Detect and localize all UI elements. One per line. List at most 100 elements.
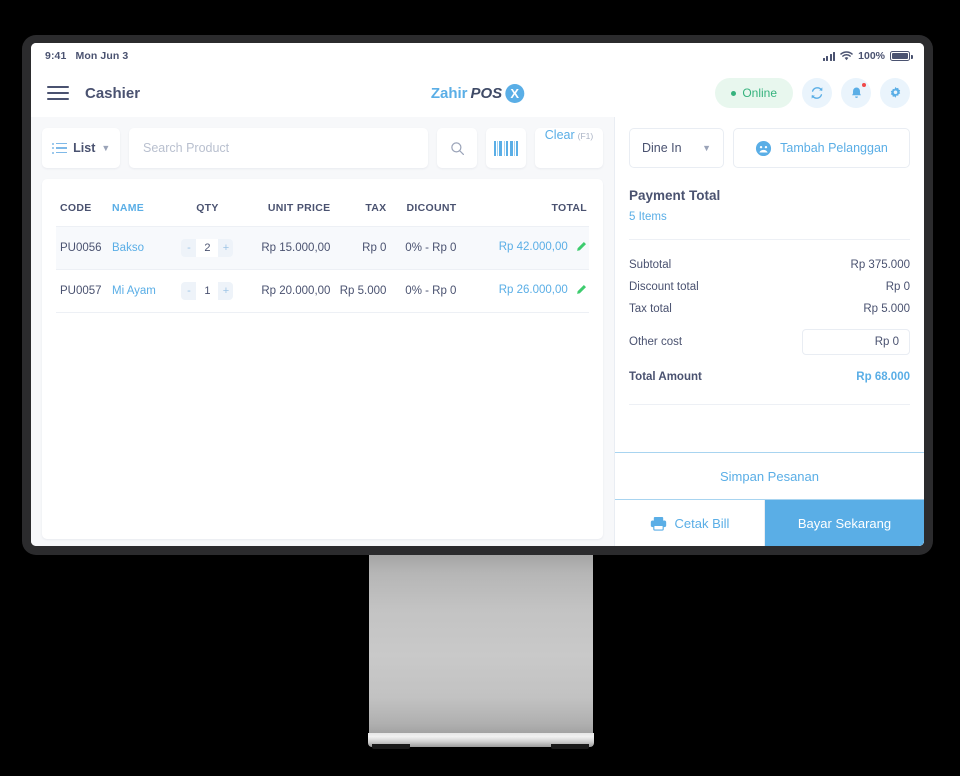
- summary-value: Rp 0: [885, 281, 910, 293]
- payment-total-title: Payment Total: [629, 188, 721, 203]
- qty-decrease-button[interactable]: -: [181, 285, 196, 297]
- order-type-select[interactable]: Dine In ▼: [629, 128, 724, 168]
- sync-button[interactable]: [802, 78, 832, 108]
- column-header-qty: QTY: [176, 191, 239, 227]
- chevron-down-icon: ▼: [702, 143, 711, 153]
- summary-row-discount: Discount total Rp 0: [629, 276, 910, 298]
- cell-qty: - 1 +: [176, 269, 239, 313]
- product-toolbar: List ▼ Search Product Clear (F1): [42, 128, 603, 168]
- monitor-stand-neck: [369, 555, 593, 738]
- search-product-field[interactable]: [129, 128, 428, 168]
- table-row[interactable]: PU0056 Bakso - 2 + Rp 15.000,00 Rp 0 0% …: [56, 226, 589, 270]
- cell-total-value: Rp 42.000,00: [498, 241, 568, 253]
- items-count-label[interactable]: 5 Items: [629, 211, 910, 223]
- battery-percent-label: 100%: [858, 50, 885, 62]
- barcode-scan-icon: [493, 140, 519, 156]
- cell-name[interactable]: Mi Ayam: [112, 269, 177, 313]
- online-dot-icon: [731, 90, 737, 96]
- total-amount-value: Rp 68.000: [856, 371, 910, 383]
- column-header-discount: DICOUNT: [386, 191, 457, 227]
- cell-tax: Rp 5.000: [330, 269, 387, 313]
- notifications-button[interactable]: [841, 78, 871, 108]
- view-mode-list-button[interactable]: List ▼: [42, 128, 120, 168]
- search-input[interactable]: [143, 141, 414, 155]
- cell-code: PU0057: [56, 269, 112, 313]
- pencil-edit-icon[interactable]: [576, 241, 587, 255]
- hamburger-menu-icon[interactable]: [47, 82, 69, 105]
- settings-button[interactable]: [880, 78, 910, 108]
- quantity-stepper[interactable]: - 1 +: [181, 282, 234, 300]
- add-customer-label: Tambah Pelanggan: [780, 141, 888, 155]
- monitor-frame: 9:41 Mon Jun 3 100% Cashier Zahir POS X …: [22, 35, 933, 555]
- logo-x-mark-icon: X: [505, 83, 525, 103]
- save-order-button[interactable]: Simpan Pesanan: [615, 452, 924, 500]
- qty-value[interactable]: 1: [196, 282, 219, 300]
- cell-discount: 0% - Rp 0: [386, 269, 457, 313]
- cell-name[interactable]: Bakso: [112, 226, 177, 270]
- clear-label: Clear: [544, 128, 575, 142]
- qty-value[interactable]: 2: [196, 239, 219, 257]
- device-status-bar: 9:41 Mon Jun 3 100%: [31, 43, 924, 69]
- status-badge-online[interactable]: Online: [715, 78, 793, 108]
- summary-value: Rp 5.000: [863, 303, 910, 315]
- order-type-value: Dine In: [642, 141, 682, 155]
- pencil-edit-icon[interactable]: [576, 284, 587, 298]
- divider: [629, 404, 910, 405]
- cell-qty: - 2 +: [176, 226, 239, 270]
- other-cost-input[interactable]: Rp 0: [802, 329, 910, 355]
- app-header: Cashier Zahir POS X Online: [31, 69, 924, 117]
- monitor-foot-left: [372, 744, 410, 749]
- column-header-name: NAME: [112, 191, 177, 227]
- order-controls-row: Dine In ▼ Tambah Pelanggan: [629, 128, 910, 168]
- cart-table: CODE NAME QTY UNIT PRICE TAX DICOUNT TOT…: [56, 191, 589, 313]
- chevron-down-icon: ▼: [101, 143, 111, 153]
- status-bar-right: 100%: [822, 50, 913, 62]
- search-button[interactable]: [437, 128, 477, 168]
- summary-label: Discount total: [629, 281, 699, 293]
- summary-row-tax: Tax total Rp 5.000: [629, 298, 910, 320]
- wifi-icon: [840, 51, 853, 61]
- summary-value: Rp 375.000: [850, 259, 910, 271]
- order-controls: Dine In ▼ Tambah Pelanggan: [615, 117, 924, 168]
- logo-text-pos: POS: [470, 84, 503, 102]
- products-pane: List ▼ Search Product Clear (F1) CODE NA…: [31, 117, 614, 546]
- summary-label: Subtotal: [629, 259, 672, 271]
- cart-table-card: CODE NAME QTY UNIT PRICE TAX DICOUNT TOT…: [42, 179, 603, 539]
- logo-text-zahir: Zahir: [430, 84, 468, 102]
- column-header-code: CODE: [56, 191, 112, 227]
- qty-increase-button[interactable]: +: [218, 285, 233, 297]
- qty-increase-button[interactable]: +: [218, 242, 233, 254]
- monitor-foot-right: [551, 744, 589, 749]
- barcode-scan-button[interactable]: [486, 128, 526, 168]
- pay-now-button[interactable]: Bayar Sekarang: [765, 500, 924, 546]
- print-bill-button[interactable]: Cetak Bill: [615, 500, 765, 546]
- clear-cart-button[interactable]: Clear (F1): [535, 128, 603, 168]
- status-time: 9:41: [45, 50, 67, 62]
- view-mode-label: List: [73, 141, 96, 155]
- cell-total-value: Rp 26.000,00: [498, 284, 568, 296]
- signal-bars-icon: [822, 51, 836, 61]
- summary-row-other-cost: Other cost Rp 0: [629, 320, 910, 361]
- cell-discount: 0% - Rp 0: [386, 226, 457, 270]
- add-customer-button[interactable]: Tambah Pelanggan: [733, 128, 910, 168]
- list-view-icon: [51, 142, 68, 154]
- cell-total: Rp 26.000,00: [456, 269, 589, 313]
- gear-icon: [890, 86, 900, 98]
- order-summary-pane: Dine In ▼ Tambah Pelanggan Payment Total…: [614, 117, 924, 546]
- column-header-tax: TAX: [330, 191, 387, 227]
- order-action-buttons: Cetak Bill Bayar Sekarang: [615, 500, 924, 546]
- summary-row-total-amount: Total Amount Rp 68.000: [629, 361, 910, 388]
- clear-shortcut-label: (F1): [577, 131, 594, 141]
- cell-unit-price: Rp 15.000,00: [238, 226, 331, 270]
- page-title: Cashier: [85, 84, 141, 102]
- table-row[interactable]: PU0057 Mi Ayam - 1 + Rp 20.000,00 Rp 5.0…: [56, 269, 589, 313]
- status-bar-left: 9:41 Mon Jun 3: [45, 50, 128, 62]
- cell-code: PU0056: [56, 226, 112, 270]
- online-label: Online: [742, 86, 777, 100]
- sync-refresh-icon: [811, 87, 823, 99]
- notification-bell-icon: [851, 87, 861, 98]
- qty-decrease-button[interactable]: -: [181, 242, 196, 254]
- column-header-total: TOTAL: [456, 191, 589, 227]
- quantity-stepper[interactable]: - 2 +: [181, 239, 234, 257]
